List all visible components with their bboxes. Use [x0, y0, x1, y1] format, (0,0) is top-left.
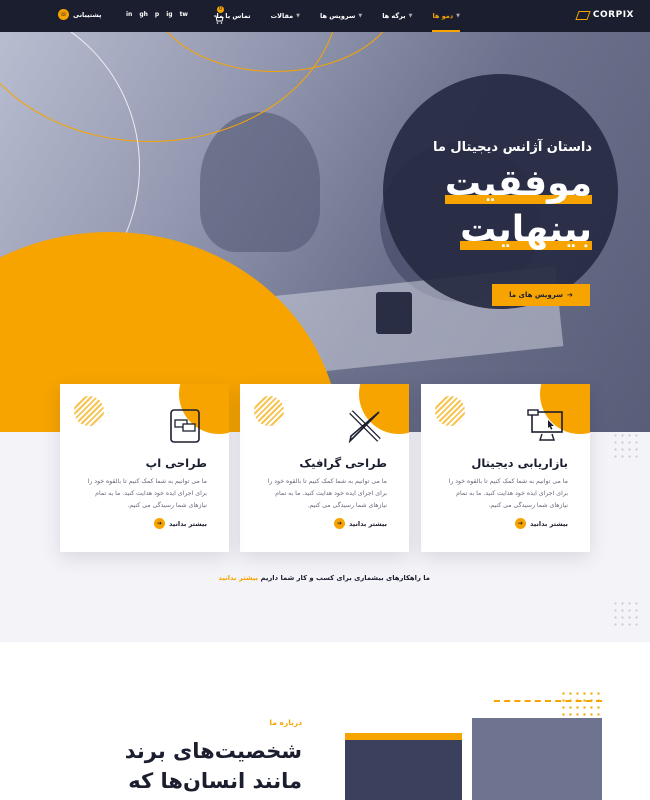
service-card[interactable]: طراحی اپ ما می توانیم به شما کمک کنیم تا…: [60, 384, 229, 552]
logo[interactable]: CORPIX: [575, 10, 634, 20]
chevron-down-icon: ▼: [358, 13, 363, 19]
cart-button[interactable]: 0: [213, 6, 224, 24]
cart-count-badge: 0: [217, 6, 224, 13]
service-description: ما می توانیم به شما کمک کنیم تا بالقوه خ…: [448, 478, 568, 509]
hero-text: داستان آژانس دیجیتال ما موفقیت بینهایت: [433, 140, 592, 253]
learn-more-link[interactable]: بیشتر بدانید ➔: [334, 518, 387, 529]
support-label: پشتیبانی: [73, 10, 102, 19]
service-title: بازاریابی دیجیتال: [471, 456, 568, 470]
top-navbar: CORPIX دمو ها ▼ برگه ها ▼ سرویس ها ▼ مقالات…: [0, 0, 650, 32]
learn-more-label: بیشتر بدانید: [530, 519, 568, 528]
about-title-line: مانند انسان‌ها که: [128, 769, 302, 793]
nav-label: برگه ها: [382, 12, 406, 20]
tablet-chat-icon: [170, 409, 200, 443]
chevron-down-icon: ▼: [408, 13, 413, 19]
decor-dots: [612, 600, 640, 628]
about-title-line: شخصیت‌های برند: [124, 739, 302, 763]
about-label: درباره ما: [269, 718, 302, 727]
headset-icon: ☏: [58, 9, 69, 20]
hero-section: داستان آژانس دیجیتال ما موفقیت بینهایت س…: [0, 32, 650, 432]
github-icon[interactable]: gh: [139, 11, 148, 18]
logo-text: CORPIX: [592, 10, 634, 20]
hero-photo-mug: [376, 292, 412, 334]
decor-dots: [560, 690, 600, 720]
service-title: طراحی گرافیک: [299, 456, 387, 470]
arrow-icon: ➔: [515, 518, 527, 529]
monitor-pointer-icon: [527, 409, 563, 441]
learn-more-label: بیشتر بدانید: [169, 519, 207, 528]
service-card[interactable]: بازاریابی دیجیتال ما می توانیم به شما کم…: [421, 384, 590, 552]
learn-more-link[interactable]: بیشتر بدانید ➔: [154, 518, 207, 529]
hero-title-line: بینهایت: [460, 209, 592, 250]
arrow-icon: ➔: [566, 291, 573, 299]
learn-more-label: بیشتر بدانید: [349, 519, 387, 528]
nav-item-demos[interactable]: دمو ها ▼: [432, 0, 460, 32]
about-photo: [345, 740, 462, 800]
card-stripe-decor: [435, 396, 465, 426]
about-photo: [472, 718, 602, 800]
linkedin-icon[interactable]: in: [126, 11, 132, 18]
pinterest-icon[interactable]: p: [155, 11, 159, 18]
service-title: طراحی اپ: [145, 456, 207, 470]
button-label: سرویس های ما: [509, 291, 563, 299]
hero-photo-person: [200, 112, 320, 252]
arrow-icon: ➔: [154, 518, 166, 529]
hero-subtitle: داستان آژانس دیجیتال ما: [432, 140, 592, 155]
service-card[interactable]: طراحی گرافیک ما می توانیم به شما کمک کنی…: [240, 384, 409, 552]
learn-more-link[interactable]: بیشتر بدانید ➔: [515, 518, 568, 529]
chevron-down-icon: ▼: [456, 13, 460, 19]
card-stripe-decor: [254, 396, 284, 426]
nav-item-services[interactable]: سرویس ها ▼: [320, 0, 362, 32]
service-description: ما می توانیم به شما کمک کنیم تا بالقوه خ…: [87, 478, 207, 509]
support-link[interactable]: ☏ پشتیبانی: [58, 9, 101, 20]
nav-item-articles[interactable]: مقالات ▼: [271, 0, 300, 32]
nav-label: دمو ها: [432, 12, 454, 20]
card-stripe-decor: [74, 396, 104, 426]
pencil-ruler-icon: [348, 410, 381, 444]
nav-item-pages[interactable]: برگه ها ▼: [382, 0, 412, 32]
nav-label: سرویس ها: [320, 12, 356, 20]
cart-icon: [214, 15, 224, 24]
about-title: شخصیت‌های برند مانند انسان‌ها که: [125, 736, 302, 796]
decor-dots: [612, 432, 640, 460]
solutions-text: ما راهکارهای بیشماری برای کسب و کار شما …: [260, 574, 430, 582]
hero-title-line: موفقیت: [444, 163, 592, 204]
our-services-button[interactable]: سرویس های ما ➔: [492, 284, 590, 306]
main-nav: دمو ها ▼ برگه ها ▼ سرویس ها ▼ مقالات ▼ تماس …: [217, 0, 460, 32]
instagram-icon[interactable]: ig: [166, 11, 172, 18]
social-links: in gh p ig tw: [126, 11, 188, 18]
hero-title: موفقیت بینهایت: [433, 161, 592, 253]
decor-yellow-bar: [345, 733, 462, 740]
nav-label: مقالات: [270, 12, 294, 20]
learn-more-link[interactable]: بیشتر بدانید: [218, 574, 258, 582]
logo-mark-icon: [575, 10, 591, 20]
service-description: ما می توانیم به شما کمک کنیم تا بالقوه خ…: [267, 478, 387, 509]
chevron-down-icon: ▼: [296, 13, 301, 19]
solutions-line: ما راهکارهای بیشماری برای کسب و کار شما …: [218, 574, 430, 582]
twitter-icon[interactable]: tw: [180, 11, 188, 18]
arrow-icon: ➔: [334, 518, 346, 529]
